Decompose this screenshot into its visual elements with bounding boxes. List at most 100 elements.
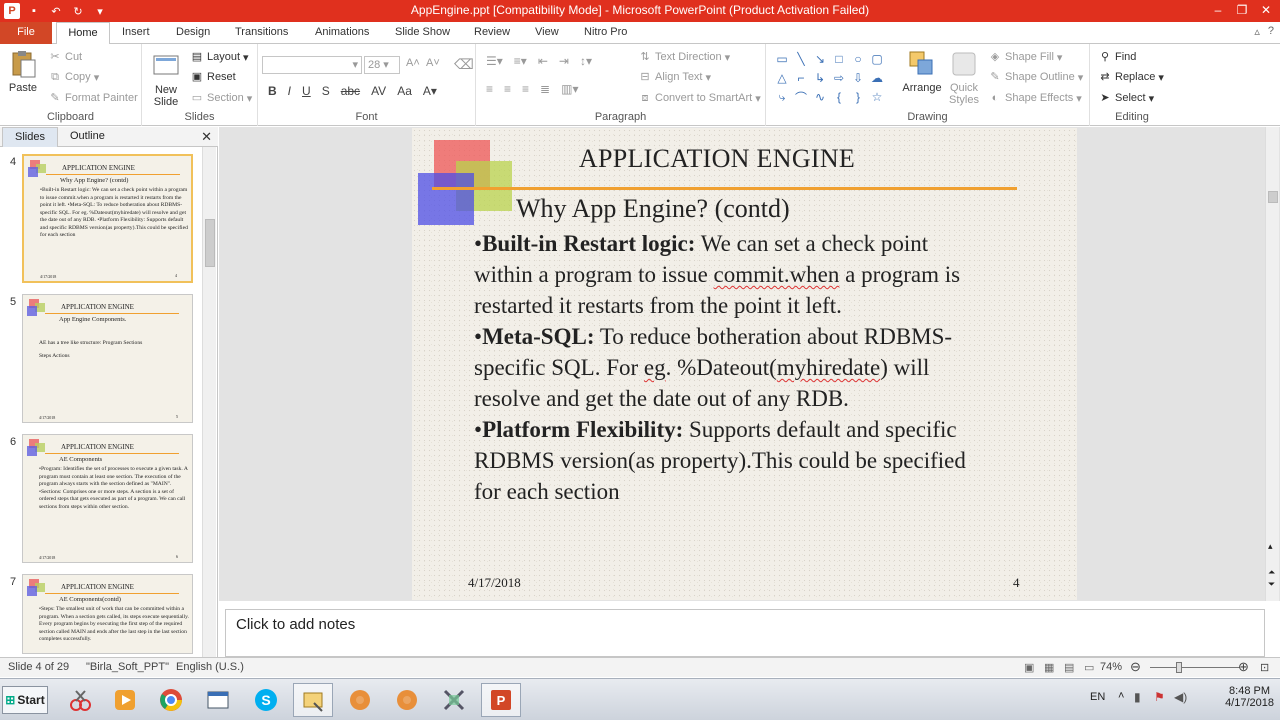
slide-thumbnail[interactable]: APPLICATION ENGINE AE Components •Progra… bbox=[22, 434, 193, 563]
find-button[interactable]: ⚲ Find bbox=[1098, 50, 1136, 64]
textbox-shape-icon[interactable]: ▭ bbox=[773, 50, 791, 68]
tab-review[interactable]: Review bbox=[474, 26, 510, 38]
bullets-icon[interactable]: ☰▾ bbox=[486, 54, 503, 68]
character-spacing-icon[interactable]: AV bbox=[371, 84, 386, 98]
slide-body[interactable]: •Built-in Restart logic: We can set a ch… bbox=[474, 228, 979, 507]
font-size-input[interactable]: 28 ▾ bbox=[364, 56, 400, 74]
collapse-ribbon-icon[interactable]: ▵ bbox=[1254, 25, 1260, 38]
tab-animations[interactable]: Animations bbox=[315, 26, 369, 38]
line-spacing-icon[interactable]: ↕▾ bbox=[580, 54, 592, 68]
arc-shape-icon[interactable]: ⌒ bbox=[792, 88, 810, 106]
volume-icon[interactable]: ◀) bbox=[1174, 690, 1187, 704]
down-arrow-shape-icon[interactable]: ⇩ bbox=[849, 69, 867, 87]
font-name-input[interactable]: ▾ bbox=[262, 56, 362, 74]
scroll-up-icon[interactable]: ▴ bbox=[1268, 541, 1273, 552]
underline-icon[interactable]: U bbox=[302, 84, 311, 98]
new-slide-button[interactable]: New Slide bbox=[146, 50, 186, 108]
next-slide-icon[interactable]: ⏷ bbox=[1268, 579, 1275, 590]
text-direction-button[interactable]: ⇅ Text Direction ▾ bbox=[638, 50, 730, 64]
section-button[interactable]: ▭ Section ▾ bbox=[190, 91, 252, 105]
tab-insert[interactable]: Insert bbox=[122, 26, 150, 38]
tab-file[interactable]: File bbox=[0, 22, 52, 44]
flower-app-icon[interactable] bbox=[340, 683, 380, 717]
italic-icon[interactable]: I bbox=[288, 84, 291, 98]
scrollbar-thumb[interactable] bbox=[205, 219, 215, 267]
increase-indent-icon[interactable]: ⇥ bbox=[559, 54, 569, 68]
convert-smartart-button[interactable]: ⧈ Convert to SmartArt ▾ bbox=[638, 91, 761, 105]
clock[interactable]: 8:48 PM 4/17/2018 bbox=[1225, 685, 1274, 709]
zoom-level[interactable]: 74% bbox=[1100, 661, 1122, 673]
elbow-arrow-icon[interactable]: ↳ bbox=[811, 69, 829, 87]
elbow-connector-icon[interactable]: ⌐ bbox=[792, 69, 810, 87]
tab-slides-panel[interactable]: Slides bbox=[2, 127, 58, 147]
shape-effects-button[interactable]: ◐ Shape Effects ▾ bbox=[988, 91, 1082, 105]
slide-subtitle[interactable]: Why App Engine? (contd) bbox=[516, 194, 790, 224]
close-icon[interactable]: ✕ bbox=[1258, 2, 1274, 18]
flower-app-icon-2[interactable] bbox=[387, 683, 427, 717]
align-left-icon[interactable]: ≡ bbox=[486, 82, 493, 96]
notes-pane[interactable]: Click to add notes bbox=[225, 609, 1265, 657]
help-icon[interactable]: ? bbox=[1268, 25, 1274, 38]
format-painter-button[interactable]: ✎ Format Painter bbox=[48, 91, 137, 105]
slide-sorter-icon[interactable]: ▦ bbox=[1044, 661, 1054, 674]
skype-app-icon[interactable]: S bbox=[246, 683, 286, 717]
line-shape-icon[interactable]: ╲ bbox=[792, 50, 810, 68]
zoom-slider[interactable] bbox=[1150, 667, 1240, 668]
reset-button[interactable]: ▣ Reset bbox=[190, 70, 236, 84]
network-icon[interactable]: ▮ bbox=[1134, 690, 1141, 704]
restore-icon[interactable]: ❐ bbox=[1234, 2, 1250, 18]
slide-title[interactable]: APPLICATION ENGINE bbox=[522, 144, 912, 174]
thumbnail-scrollbar[interactable] bbox=[202, 147, 216, 657]
normal-view-icon[interactable]: ▣ bbox=[1024, 661, 1034, 674]
cut-button[interactable]: ✂ Cut bbox=[48, 50, 82, 64]
arrange-button[interactable]: Arrange bbox=[900, 48, 944, 94]
replace-button[interactable]: ⇄ Replace ▾ bbox=[1098, 70, 1164, 84]
copy-button[interactable]: ⧉ Copy ▾ bbox=[48, 70, 99, 84]
slide-thumbnail[interactable]: APPLICATION ENGINE AE Components(contd) … bbox=[22, 574, 193, 654]
right-arrow-shape-icon[interactable]: ⇨ bbox=[830, 69, 848, 87]
freeform-shape-icon[interactable]: ∿ bbox=[811, 88, 829, 106]
tab-design[interactable]: Design bbox=[176, 26, 210, 38]
tab-nitro-pro[interactable]: Nitro Pro bbox=[584, 26, 627, 38]
strikethrough-icon[interactable]: abc bbox=[341, 84, 360, 98]
minimize-icon[interactable]: – bbox=[1210, 2, 1226, 18]
oval-shape-icon[interactable]: ○ bbox=[849, 50, 867, 68]
font-color-icon[interactable]: A▾ bbox=[423, 84, 437, 98]
slide-thumbnail[interactable]: APPLICATION ENGINE Why App Engine? (cont… bbox=[22, 154, 193, 283]
clear-formatting-icon[interactable]: ⌫ bbox=[454, 56, 474, 73]
brace-right-icon[interactable]: } bbox=[849, 88, 867, 106]
numbering-icon[interactable]: ≡▾ bbox=[514, 54, 527, 68]
columns-icon[interactable]: ▥▾ bbox=[561, 82, 578, 96]
chrome-app-icon[interactable] bbox=[151, 683, 191, 717]
quick-styles-button[interactable]: Quick Styles bbox=[944, 48, 984, 106]
bold-icon[interactable]: B bbox=[268, 84, 277, 98]
align-center-icon[interactable]: ≡ bbox=[504, 82, 511, 96]
tab-transitions[interactable]: Transitions bbox=[235, 26, 288, 38]
start-button[interactable]: ⊞ Start bbox=[2, 686, 48, 714]
paste-button[interactable]: Paste bbox=[4, 48, 42, 94]
rounded-rect-shape-icon[interactable]: ▢ bbox=[868, 50, 886, 68]
grow-font-icon[interactable]: A˄ bbox=[406, 57, 420, 69]
snipping-tool-app-icon[interactable] bbox=[60, 683, 100, 717]
triangle-shape-icon[interactable]: △ bbox=[773, 69, 791, 87]
tab-slide-show[interactable]: Slide Show bbox=[395, 26, 450, 38]
fit-to-window-icon[interactable]: ⊡ bbox=[1260, 661, 1269, 674]
language-indicator[interactable]: EN bbox=[1090, 691, 1105, 703]
shape-fill-button[interactable]: ◈ Shape Fill ▾ bbox=[988, 50, 1063, 64]
arrow-shape-icon[interactable]: ↘ bbox=[811, 50, 829, 68]
scrollbar-thumb[interactable] bbox=[1268, 191, 1278, 203]
tab-view[interactable]: View bbox=[535, 26, 559, 38]
reading-view-icon[interactable]: ▤ bbox=[1064, 661, 1074, 674]
window-manager-app-icon[interactable] bbox=[198, 683, 238, 717]
tab-outline-panel[interactable]: Outline bbox=[58, 127, 117, 147]
decrease-indent-icon[interactable]: ⇤ bbox=[538, 54, 548, 68]
theme-name[interactable]: "Birla_Soft_PPT" bbox=[86, 661, 169, 673]
rectangle-shape-icon[interactable]: □ bbox=[830, 50, 848, 68]
zoom-in-icon[interactable]: ⊕ bbox=[1238, 659, 1249, 675]
brace-left-icon[interactable]: { bbox=[830, 88, 848, 106]
zoom-slider-knob[interactable] bbox=[1176, 662, 1182, 673]
close-panel-icon[interactable]: ✕ bbox=[201, 129, 212, 145]
align-right-icon[interactable]: ≡ bbox=[522, 82, 529, 96]
language-status[interactable]: English (U.S.) bbox=[176, 661, 244, 673]
star-shape-icon[interactable]: ☆ bbox=[868, 88, 886, 106]
